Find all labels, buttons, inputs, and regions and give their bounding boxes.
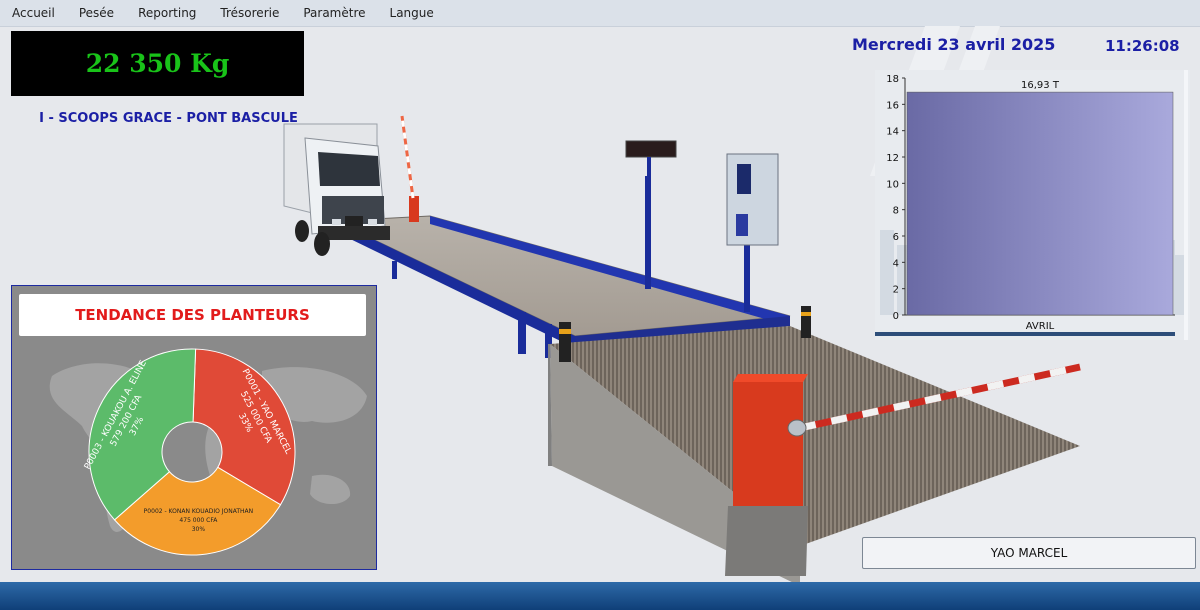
chart-bottom-border xyxy=(875,332,1175,336)
y-tick-label: 2 xyxy=(893,285,899,296)
y-tick-label: 10 xyxy=(886,179,899,190)
y-tick-label: 14 xyxy=(886,127,899,138)
monthly-weight-chart: 0 2 4 6 8 10 12 14 16 18 16,93 T AVRIL xyxy=(875,70,1190,340)
menu-bar: Accueil Pesée Reporting Trésorerie Param… xyxy=(0,0,1200,27)
site-name: I - SCOOPS GRACE - PONT BASCULE xyxy=(39,111,298,126)
menu-item-pesee[interactable]: Pesée xyxy=(67,0,126,26)
bar-data-label: 16,93 T xyxy=(1021,80,1060,91)
footer-bar xyxy=(0,582,1200,610)
pie-label-line: 30% xyxy=(192,526,206,533)
chart-bg-shape xyxy=(1175,255,1185,315)
y-tick-label: 8 xyxy=(893,206,899,217)
menu-item-parametre[interactable]: Paramètre xyxy=(291,0,377,26)
menu-item-tresorerie[interactable]: Trésorerie xyxy=(208,0,291,26)
date-label: Mercredi 23 avril 2025 xyxy=(852,35,1056,54)
y-tick-label: 4 xyxy=(893,258,899,269)
monthly-weight-chart-svg: 0 2 4 6 8 10 12 14 16 18 16,93 T AVRIL xyxy=(875,70,1190,340)
menu-item-reporting[interactable]: Reporting xyxy=(126,0,208,26)
y-tick-label: 12 xyxy=(886,153,899,164)
pie-label-line: P0002 - KONAN KOUADIO JONATHAN xyxy=(144,508,253,515)
planter-donut-chart: P0001 - YAO MARCEL525 000 CFA33%P0002 - … xyxy=(83,348,296,556)
y-tick-label: 16 xyxy=(886,100,899,111)
planter-trend-panel: TENDANCE DES PLANTEURS P0001 - YAO MARCE… xyxy=(11,285,377,570)
y-tick-label: 18 xyxy=(886,74,899,85)
chart-scrollbar xyxy=(1184,70,1188,340)
y-tick-label: 0 xyxy=(893,311,899,322)
weight-display: 22 350 Kg xyxy=(11,31,304,96)
operator-name-field[interactable]: YAO MARCEL xyxy=(862,537,1196,569)
bridge-deck xyxy=(334,215,791,337)
menu-item-accueil[interactable]: Accueil xyxy=(0,0,67,26)
pie-label-line: 475 000 CFA xyxy=(179,517,218,524)
x-tick-label: AVRIL xyxy=(1026,321,1055,332)
truck xyxy=(283,123,390,256)
time-label: 11:26:08 xyxy=(1105,37,1180,55)
bar-avril xyxy=(906,91,1174,316)
y-tick-label: 6 xyxy=(893,232,899,243)
menu-item-langue[interactable]: Langue xyxy=(378,0,446,26)
